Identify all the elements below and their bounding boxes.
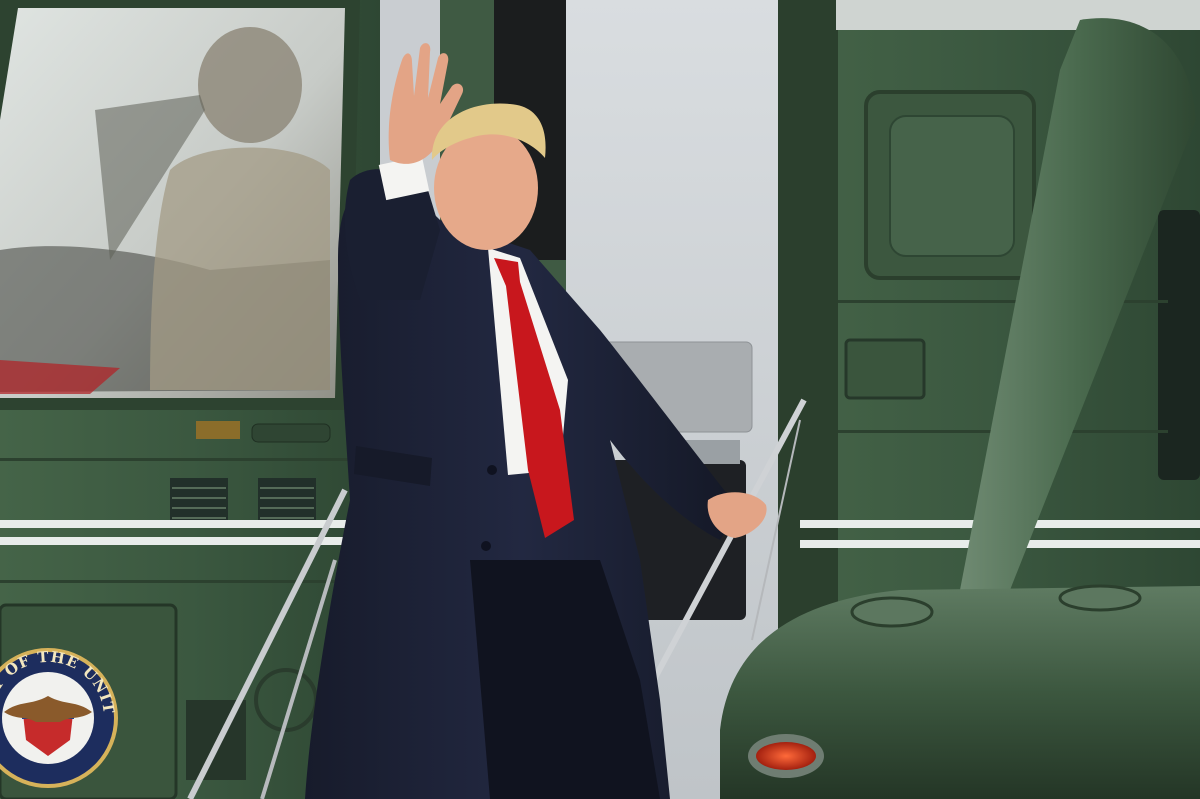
upper-trim — [836, 0, 1200, 30]
coat-button — [487, 465, 497, 475]
pod-cap-left — [850, 596, 934, 628]
scene-svg: ENT OF THE UNITED — [0, 0, 1200, 799]
small-panel — [844, 338, 926, 400]
lower-vent — [186, 700, 246, 780]
side-window-dark — [1158, 210, 1200, 480]
placard — [196, 421, 240, 439]
pilot-helmet — [198, 27, 302, 143]
stripe-left-top — [0, 520, 380, 528]
coat-button — [481, 541, 491, 551]
pilot-body — [150, 147, 330, 390]
red-lamp — [756, 742, 816, 770]
photo-scene: ENT OF THE UNITED — [0, 0, 1200, 799]
hatch-window — [889, 115, 1015, 257]
pod-cap-right — [1058, 584, 1142, 612]
handle-slot — [251, 423, 331, 443]
